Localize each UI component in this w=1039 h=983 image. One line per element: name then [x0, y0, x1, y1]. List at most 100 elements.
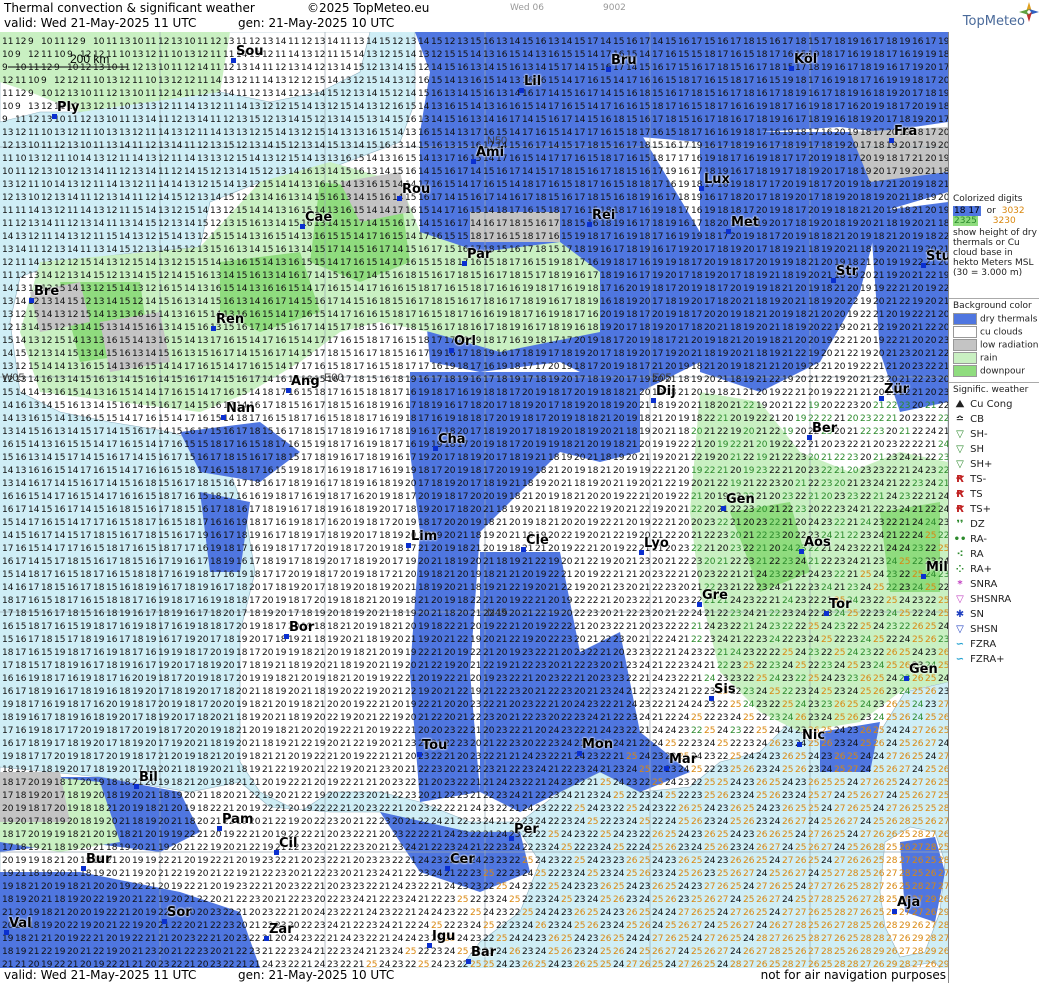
- map-digit: 11: [158, 167, 169, 177]
- map-digit: 18: [587, 414, 599, 424]
- map-digit: 19: [821, 388, 833, 398]
- map-digit: 16: [15, 401, 27, 411]
- map-digit: 14: [67, 427, 79, 437]
- map-digit: 20: [860, 154, 872, 164]
- map-digit: 21: [886, 180, 897, 190]
- map-digit: 14: [2, 466, 14, 476]
- map-digit: 23: [587, 661, 598, 671]
- map-digit: 22: [600, 700, 611, 710]
- map-digit: 27: [938, 752, 948, 762]
- map-digit: 21: [405, 817, 416, 827]
- map-digit: 19: [249, 856, 261, 866]
- map-digit: 13: [41, 115, 52, 125]
- map-digit: 24: [613, 687, 625, 697]
- map-digit: 18: [821, 232, 833, 242]
- map-digit: 15: [353, 63, 364, 73]
- map-digit: 14: [262, 375, 274, 385]
- map-digit: 18: [15, 700, 27, 710]
- map-digit: 27: [938, 700, 948, 710]
- map-digit: 22: [912, 440, 923, 450]
- map-digit: 19: [756, 154, 768, 164]
- map-digit: 19: [821, 336, 833, 346]
- map-digit: 15: [171, 518, 182, 528]
- map-digit: 19: [327, 687, 339, 697]
- map-digit: 18: [236, 596, 248, 606]
- map-digit: 17: [327, 336, 338, 346]
- map-digit: 19: [821, 297, 833, 307]
- map-canvas[interactable]: 200 kmW05 E00 E05N50N4511 12 9 10 11 12 9 10 11 13 1…: [0, 32, 948, 968]
- map-digit: 20: [132, 908, 144, 918]
- map-digit: 20: [600, 362, 612, 372]
- map-digit: 13: [119, 128, 130, 138]
- map-digit: 16: [574, 154, 586, 164]
- map-digit: 18: [366, 388, 378, 398]
- map-digit: 18: [834, 89, 846, 99]
- map-digit: 18: [184, 583, 196, 593]
- map-digit: 19: [28, 843, 40, 853]
- map-digit: 20: [145, 687, 157, 697]
- map-digit: 18: [223, 726, 235, 736]
- map-digit: 19: [691, 193, 703, 203]
- map-digit: 16: [613, 193, 625, 203]
- map-digit: 19: [678, 479, 690, 489]
- map-digit: 19: [171, 648, 183, 658]
- map-digit: 18: [366, 570, 378, 580]
- map-digit: 20: [704, 492, 716, 502]
- map-digit: 13: [301, 89, 312, 99]
- map-digit: 24: [587, 713, 599, 723]
- map-digit: 19: [457, 648, 469, 658]
- map-digit: 13: [184, 349, 195, 359]
- map-digit: 16: [54, 687, 66, 697]
- map-digit: 15: [301, 297, 312, 307]
- map-digit: 20: [691, 388, 703, 398]
- map-digit: 16: [483, 271, 495, 281]
- map-digit: 18: [418, 401, 430, 411]
- map-digit: 18: [561, 492, 573, 502]
- map-digit: 10: [41, 180, 53, 190]
- map-digit: 16: [171, 531, 183, 541]
- map-digit: 17: [54, 492, 65, 502]
- map-digit: 17: [717, 102, 728, 112]
- map-digit: 26: [899, 713, 911, 723]
- map-digit: 24: [795, 609, 807, 619]
- map-digit: 11: [2, 37, 13, 47]
- map-digit: 19: [652, 206, 664, 216]
- map-digit: 19: [496, 544, 508, 554]
- map-digit: 15: [327, 414, 338, 424]
- map-digit: 18: [171, 778, 183, 788]
- map-digit: 13: [197, 193, 208, 203]
- map-digit: 18: [28, 804, 40, 814]
- map-digit: 14: [2, 401, 14, 411]
- map-digit: 11: [15, 76, 26, 86]
- map-digit: 15: [54, 401, 65, 411]
- map-digit: 21: [509, 531, 520, 541]
- map-digit: 23: [756, 635, 767, 645]
- map-digit: 19: [392, 713, 404, 723]
- map-digit: 22: [535, 882, 546, 892]
- map-digit: 14: [249, 336, 261, 346]
- map-digit: 24: [925, 479, 937, 489]
- map-digit: 21: [80, 830, 91, 840]
- map-digit: 13: [496, 37, 507, 47]
- map-digit: 17: [288, 609, 299, 619]
- map-digit: 22: [769, 375, 780, 385]
- map-digit: 19: [730, 128, 742, 138]
- map-digit: 17: [756, 180, 767, 190]
- map-digit: 15: [249, 349, 260, 359]
- map-digit: 21: [561, 661, 572, 671]
- map-digit: 20: [171, 804, 183, 814]
- map-digit: 26: [743, 856, 755, 866]
- map-digit: 17: [54, 544, 65, 554]
- map-digit: 14: [249, 297, 261, 307]
- map-digit: 18: [366, 336, 378, 346]
- map-digit: 18: [2, 895, 14, 905]
- map-digit: 24: [665, 687, 677, 697]
- map-digit: 24: [509, 791, 521, 801]
- map-digit: 13: [171, 37, 182, 47]
- map-digit: 22: [938, 232, 948, 242]
- map-digit: 16: [405, 388, 417, 398]
- weather-map[interactable]: 200 km W05 E00 E05 N50 N45 11 12 9 10 11 12 9 10 11 13 1…: [0, 32, 948, 968]
- map-digit: 16: [223, 297, 235, 307]
- map-digit: 19: [223, 739, 235, 749]
- map-digit: 20: [132, 726, 144, 736]
